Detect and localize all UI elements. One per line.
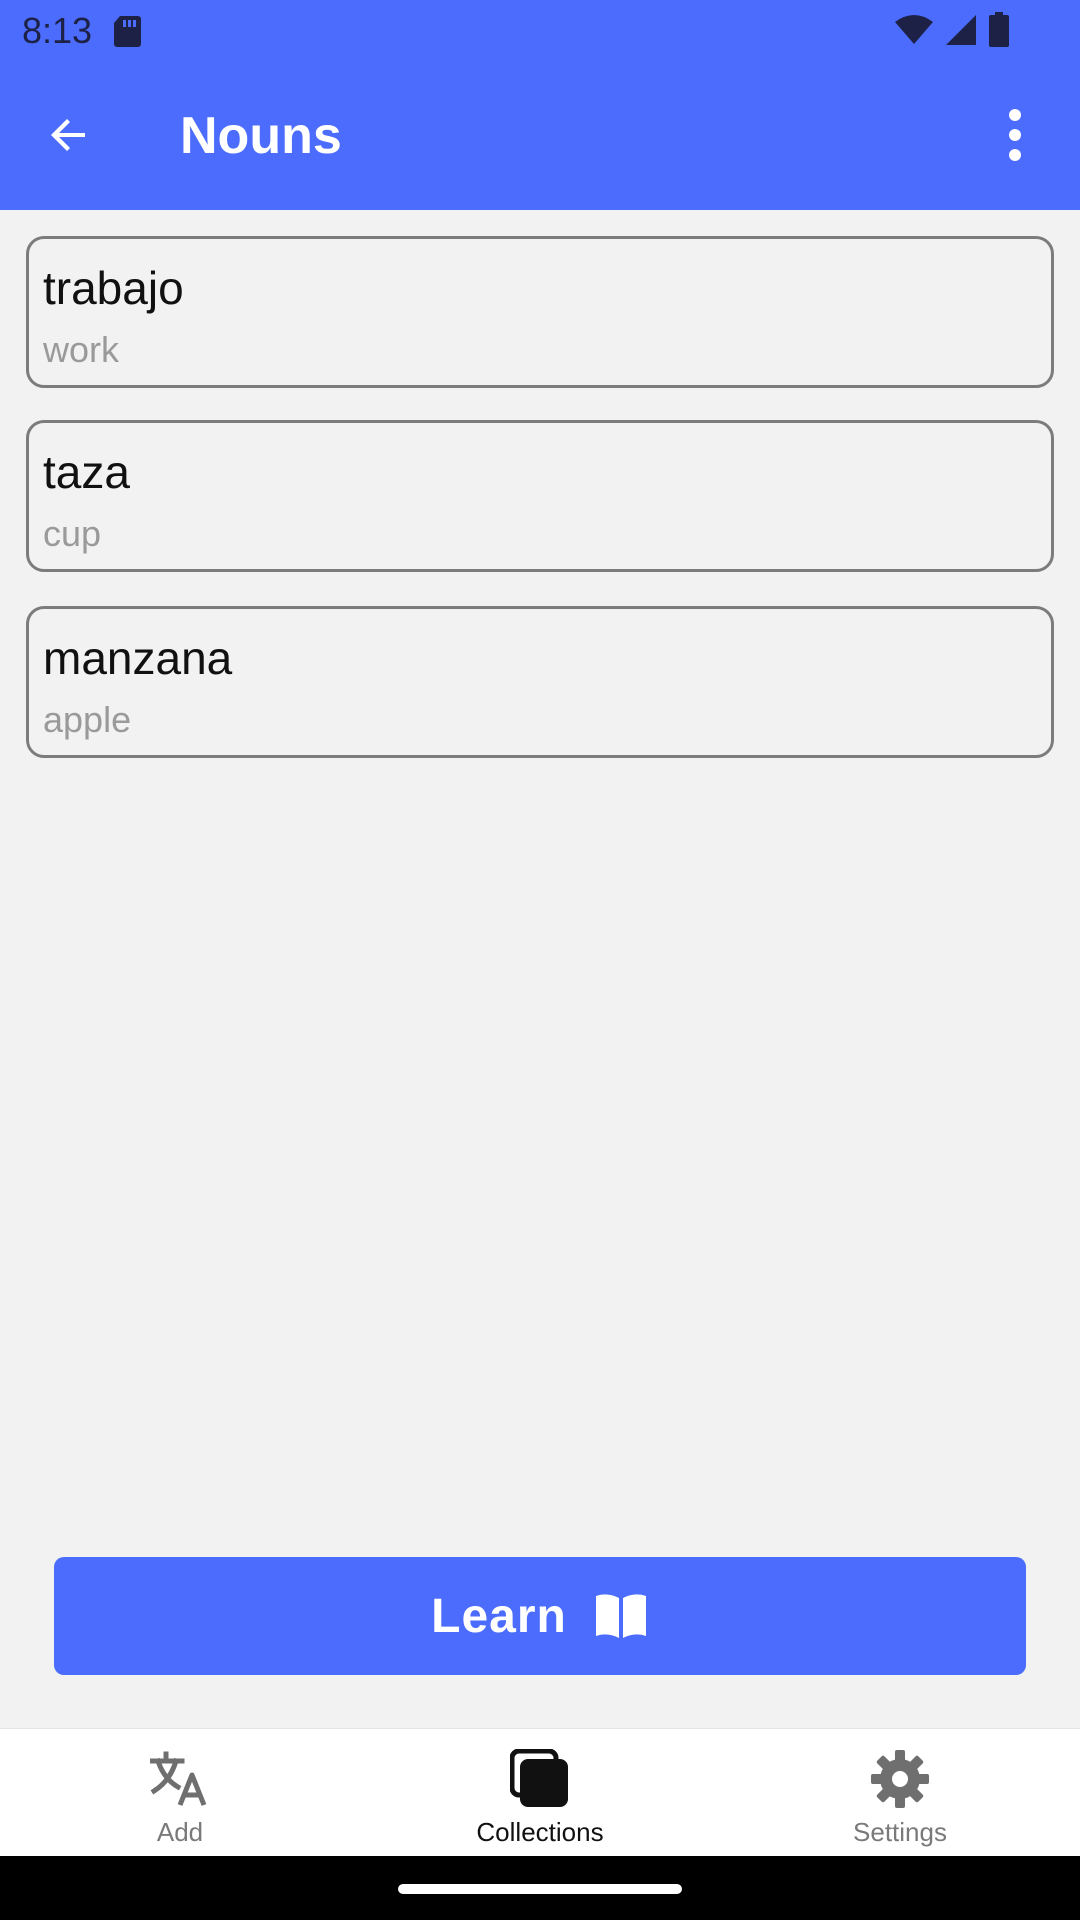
word-card[interactable]: manzana apple	[26, 606, 1054, 758]
app-bar: Nouns	[0, 64, 1080, 210]
translation-text: cup	[43, 513, 102, 554]
nav-item-collections[interactable]: Collections	[360, 1729, 720, 1857]
back-button[interactable]	[34, 100, 104, 170]
nav-item-settings[interactable]: Settings	[720, 1729, 1080, 1857]
nav-item-add[interactable]: Add	[0, 1729, 360, 1857]
home-gesture-handle[interactable]	[398, 1884, 682, 1894]
wifi-icon	[894, 14, 934, 51]
word-card[interactable]: trabajo work	[26, 236, 1054, 388]
arrow-back-icon	[51, 119, 85, 151]
screen: 8:13 Nouns trabajo work taza cup manzana…	[0, 0, 1080, 1920]
translation-text: apple	[43, 699, 132, 740]
status-time: 8:13	[22, 10, 93, 51]
gear-icon	[868, 1747, 932, 1811]
more-vert-icon	[1009, 109, 1021, 161]
translation-text: work	[43, 329, 120, 370]
learn-button-label: Learn	[431, 1589, 567, 1643]
translate-icon	[148, 1747, 212, 1811]
nav-label-collections: Collections	[476, 1817, 604, 1847]
word-text: trabajo	[43, 262, 184, 314]
word-card[interactable]: taza cup	[26, 420, 1054, 572]
collections-icon	[508, 1747, 572, 1811]
nav-label-settings: Settings	[853, 1817, 947, 1847]
open-book-icon	[595, 1594, 646, 1638]
status-bar: 8:13	[0, 0, 1080, 64]
battery-icon	[988, 12, 1010, 53]
more-options-button[interactable]	[980, 100, 1050, 170]
system-navigation-bar	[0, 1856, 1080, 1920]
cell-signal-icon	[944, 13, 978, 52]
word-text: taza	[43, 446, 130, 498]
learn-button[interactable]: Learn	[54, 1557, 1026, 1675]
status-icons	[894, 12, 1010, 53]
word-list: trabajo work taza cup manzana apple	[26, 236, 1054, 790]
sd-card-icon	[112, 14, 142, 48]
page-title: Nouns	[180, 107, 342, 165]
nav-label-add: Add	[156, 1817, 204, 1847]
word-text: manzana	[43, 632, 233, 684]
bottom-navigation: Add Collections Settings	[0, 1728, 1080, 1857]
